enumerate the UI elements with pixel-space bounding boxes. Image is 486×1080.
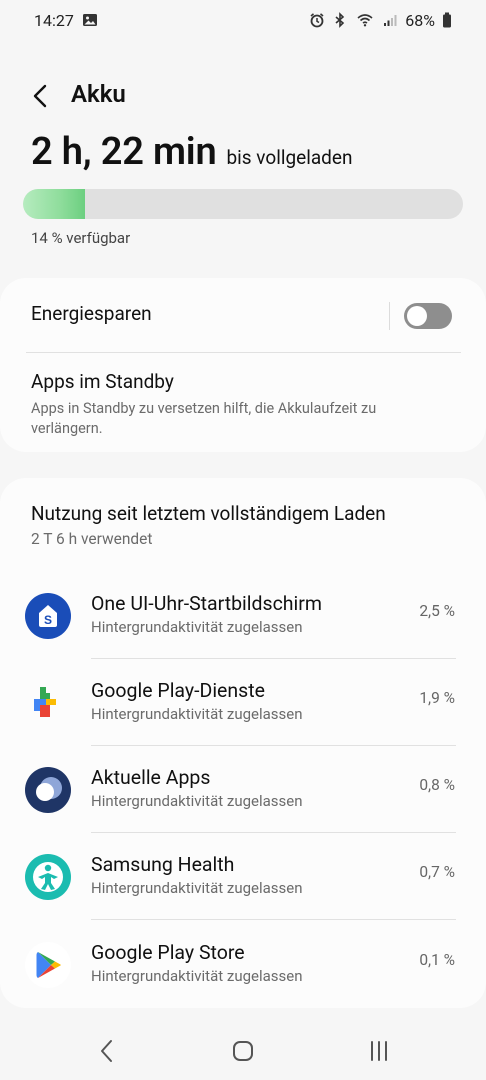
- power-saving-row[interactable]: Energiesparen: [31, 302, 152, 325]
- chevron-left-icon: [33, 84, 47, 108]
- bluetooth-icon: [335, 12, 345, 28]
- divider: [91, 832, 456, 833]
- app-percent: 0,7 %: [419, 863, 455, 881]
- app-row-google-play-store[interactable]: Google Play Store Hintergrundaktivität z…: [0, 941, 486, 1028]
- charge-time-remaining: 2 h, 22 min: [31, 130, 217, 174]
- app-row-oneui-watch[interactable]: S One UI-Uhr-Startbildschirm Hintergrund…: [0, 592, 486, 679]
- navigation-bar: [0, 1022, 486, 1080]
- divider: [26, 352, 461, 353]
- signal-icon: [384, 15, 397, 26]
- app-row-samsung-health[interactable]: Samsung Health Hintergrundaktivität zuge…: [0, 853, 486, 940]
- google-play-store-icon: [25, 942, 71, 988]
- nav-back-icon[interactable]: [92, 1036, 122, 1066]
- app-row-google-play-services[interactable]: Google Play-Dienste Hintergrundaktivität…: [0, 679, 486, 766]
- app-status: Hintergrundaktivität zugelassen: [91, 879, 303, 897]
- nav-home-icon[interactable]: [228, 1036, 258, 1066]
- status-bar-right: 68%: [309, 11, 452, 30]
- status-bar-left: 14:27: [34, 11, 98, 30]
- battery-level-bar: [23, 189, 463, 219]
- charge-time-suffix: bis vollgeladen: [226, 146, 353, 169]
- app-name: Google Play Store: [91, 941, 245, 964]
- apps-standby-description-2: verlängern.: [31, 420, 103, 437]
- app-name: Google Play-Dienste: [91, 679, 265, 702]
- app-name: Aktuelle Apps: [91, 766, 211, 789]
- power-saving-toggle[interactable]: [404, 303, 452, 329]
- app-name: Samsung Health: [91, 853, 235, 876]
- recent-apps-icon: [25, 767, 71, 813]
- apps-standby-row[interactable]: Apps im Standby: [31, 370, 174, 393]
- back-button[interactable]: [26, 80, 54, 112]
- charging-estimate: 2 h, 22 min bis vollgeladen: [31, 130, 352, 174]
- battery-available-text: 14 % verfügbar: [31, 229, 131, 247]
- battery-level-fill: [23, 189, 85, 219]
- status-time: 14:27: [34, 10, 74, 30]
- wifi-icon: [357, 14, 373, 27]
- battery-icon: [443, 12, 451, 28]
- alarm-icon: [310, 13, 324, 28]
- battery-percent: 68%: [405, 10, 435, 30]
- nav-recents-icon[interactable]: [364, 1036, 394, 1066]
- app-status: Hintergrundaktivität zugelassen: [91, 705, 303, 723]
- svg-text:S: S: [44, 613, 52, 627]
- samsung-health-icon: [25, 854, 71, 900]
- divider: [91, 745, 456, 746]
- app-status: Hintergrundaktivität zugelassen: [91, 967, 303, 985]
- usage-subtitle: 2 T 6 h verwendet: [31, 530, 153, 548]
- image-notification-icon: [82, 14, 97, 26]
- app-name: One UI-Uhr-Startbildschirm: [91, 592, 323, 615]
- app-row-recent-apps[interactable]: Aktuelle Apps Hintergrundaktivität zugel…: [0, 766, 486, 853]
- divider: [91, 919, 456, 920]
- app-status: Hintergrundaktivität zugelassen: [91, 792, 303, 810]
- app-percent: 0,1 %: [419, 951, 455, 969]
- status-bar: 14:27 68%: [0, 0, 486, 40]
- apps-standby-description-1: Apps in Standby zu versetzen hilft, die …: [31, 400, 377, 417]
- app-header: Akku: [0, 76, 486, 116]
- toggle-knob: [407, 306, 427, 326]
- page-title: Akku: [71, 80, 126, 108]
- app-percent: 1,9 %: [419, 689, 455, 707]
- app-percent: 2,5 %: [419, 602, 455, 620]
- usage-title: Nutzung seit letztem vollständigem Laden: [31, 502, 386, 525]
- app-status: Hintergrundaktivität zugelassen: [91, 618, 303, 636]
- app-percent: 0,8 %: [419, 776, 455, 794]
- oneui-watch-icon: S: [25, 593, 71, 639]
- toggle-divider: [389, 302, 390, 330]
- google-play-services-icon: [34, 687, 56, 717]
- divider: [91, 658, 456, 659]
